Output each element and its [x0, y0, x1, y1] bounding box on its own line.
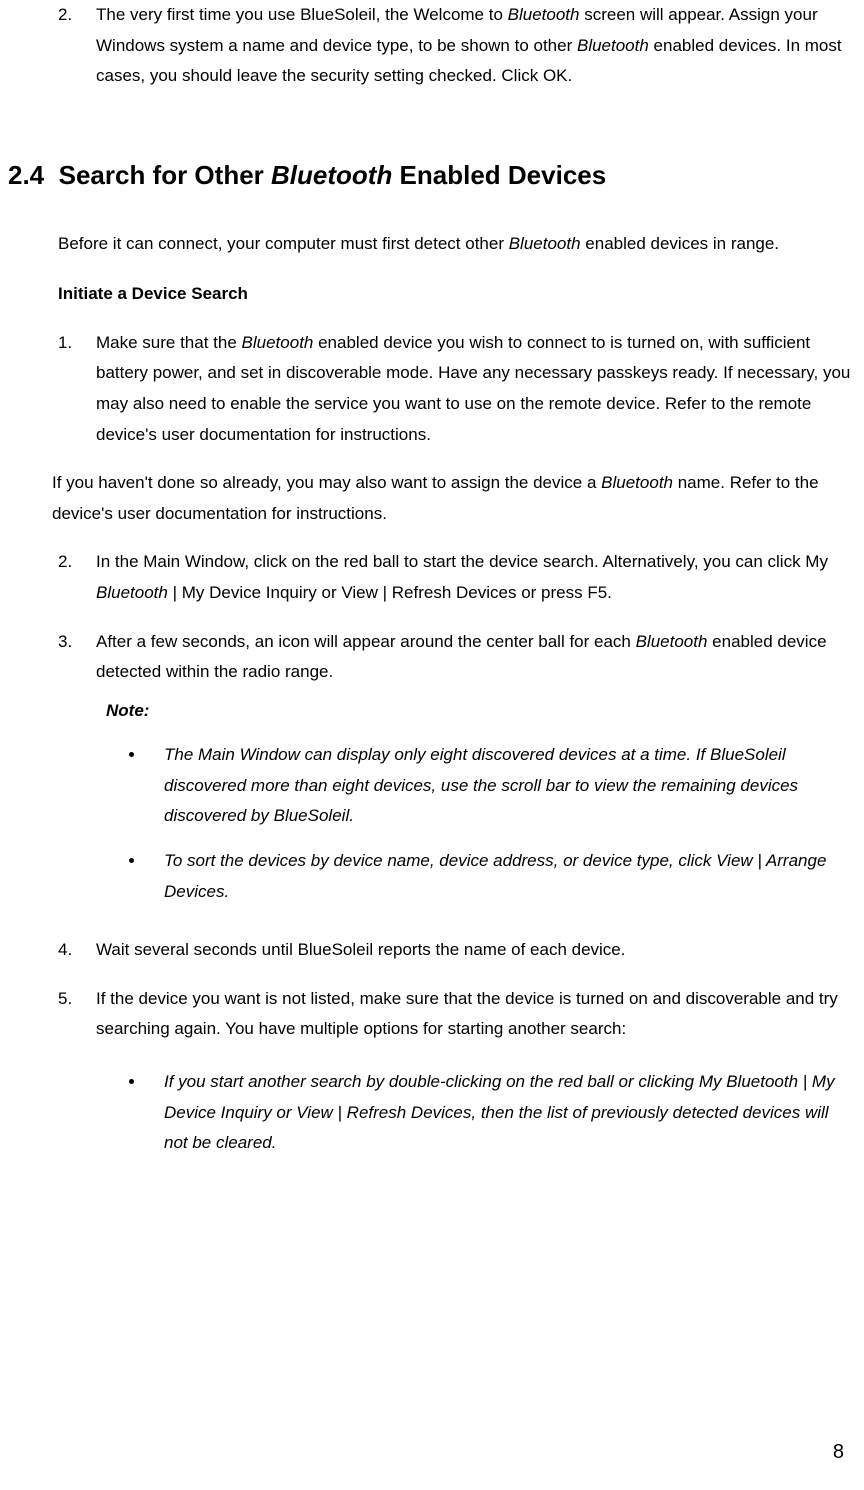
- list-number: 2.: [58, 547, 96, 608]
- list-number: 2.: [58, 0, 96, 92]
- subheading: Initiate a Device Search: [58, 279, 854, 310]
- text: Make sure that the: [96, 333, 242, 352]
- text: | My Device Inquiry or View | Refresh De…: [168, 583, 612, 602]
- text-italic: Bluetooth: [242, 333, 314, 352]
- bullet-item: To sort the devices by device name, devi…: [146, 846, 854, 907]
- list-body: If the device you want is not listed, ma…: [96, 984, 854, 1177]
- list-number: 1.: [58, 328, 96, 450]
- heading-text: Search for Other: [59, 160, 271, 190]
- step-5: 5. If the device you want is not listed,…: [58, 984, 854, 1177]
- text-italic: Bluetooth: [636, 632, 708, 651]
- list-body: The very first time you use BlueSoleil, …: [96, 0, 854, 92]
- list-body: In the Main Window, click on the red bal…: [96, 547, 854, 608]
- text-italic: Bluetooth: [508, 5, 580, 24]
- step-5-bullets: If you start another search by double-cl…: [96, 1067, 854, 1159]
- list-number: 4.: [58, 935, 96, 966]
- list-body: Wait several seconds until BlueSoleil re…: [96, 935, 854, 966]
- text: If the device you want is not listed, ma…: [96, 984, 854, 1045]
- list-body: After a few seconds, an icon will appear…: [96, 627, 854, 926]
- bullet-item: If you start another search by double-cl…: [146, 1067, 854, 1159]
- text-italic: Bluetooth: [577, 36, 649, 55]
- list-number: 5.: [58, 984, 96, 1177]
- text: enabled devices in range.: [581, 234, 779, 253]
- heading-text: Enabled Devices: [392, 160, 606, 190]
- page-number: 8: [833, 1434, 844, 1470]
- note-label: Note:: [106, 696, 854, 727]
- step-2: 2. In the Main Window, click on the red …: [58, 547, 854, 608]
- step-1-subpara: If you haven't done so already, you may …: [52, 468, 854, 529]
- list-body: Make sure that the Bluetooth enabled dev…: [96, 328, 854, 450]
- list-item-2-top: 2. The very first time you use BlueSolei…: [58, 0, 854, 92]
- text-italic: Bluetooth: [601, 473, 673, 492]
- text: The very first time you use BlueSoleil, …: [96, 5, 508, 24]
- text: If you haven't done so already, you may …: [52, 473, 601, 492]
- step-1: 1. Make sure that the Bluetooth enabled …: [58, 328, 854, 450]
- intro-paragraph: Before it can connect, your computer mus…: [58, 229, 854, 260]
- note-bullets: The Main Window can display only eight d…: [96, 740, 854, 907]
- step-3: 3. After a few seconds, an icon will app…: [58, 627, 854, 926]
- text: In the Main Window, click on the red bal…: [96, 552, 828, 571]
- heading-number: 2.4: [8, 160, 44, 190]
- text-italic: Bluetooth: [96, 583, 168, 602]
- heading-italic: Bluetooth: [271, 160, 392, 190]
- text-italic: Bluetooth: [509, 234, 581, 253]
- step-4: 4. Wait several seconds until BlueSoleil…: [58, 935, 854, 966]
- bullet-item: The Main Window can display only eight d…: [146, 740, 854, 832]
- list-number: 3.: [58, 627, 96, 926]
- text: Before it can connect, your computer mus…: [58, 234, 509, 253]
- section-heading: 2.4 Search for Other Bluetooth Enabled D…: [8, 152, 854, 199]
- text: After a few seconds, an icon will appear…: [96, 632, 636, 651]
